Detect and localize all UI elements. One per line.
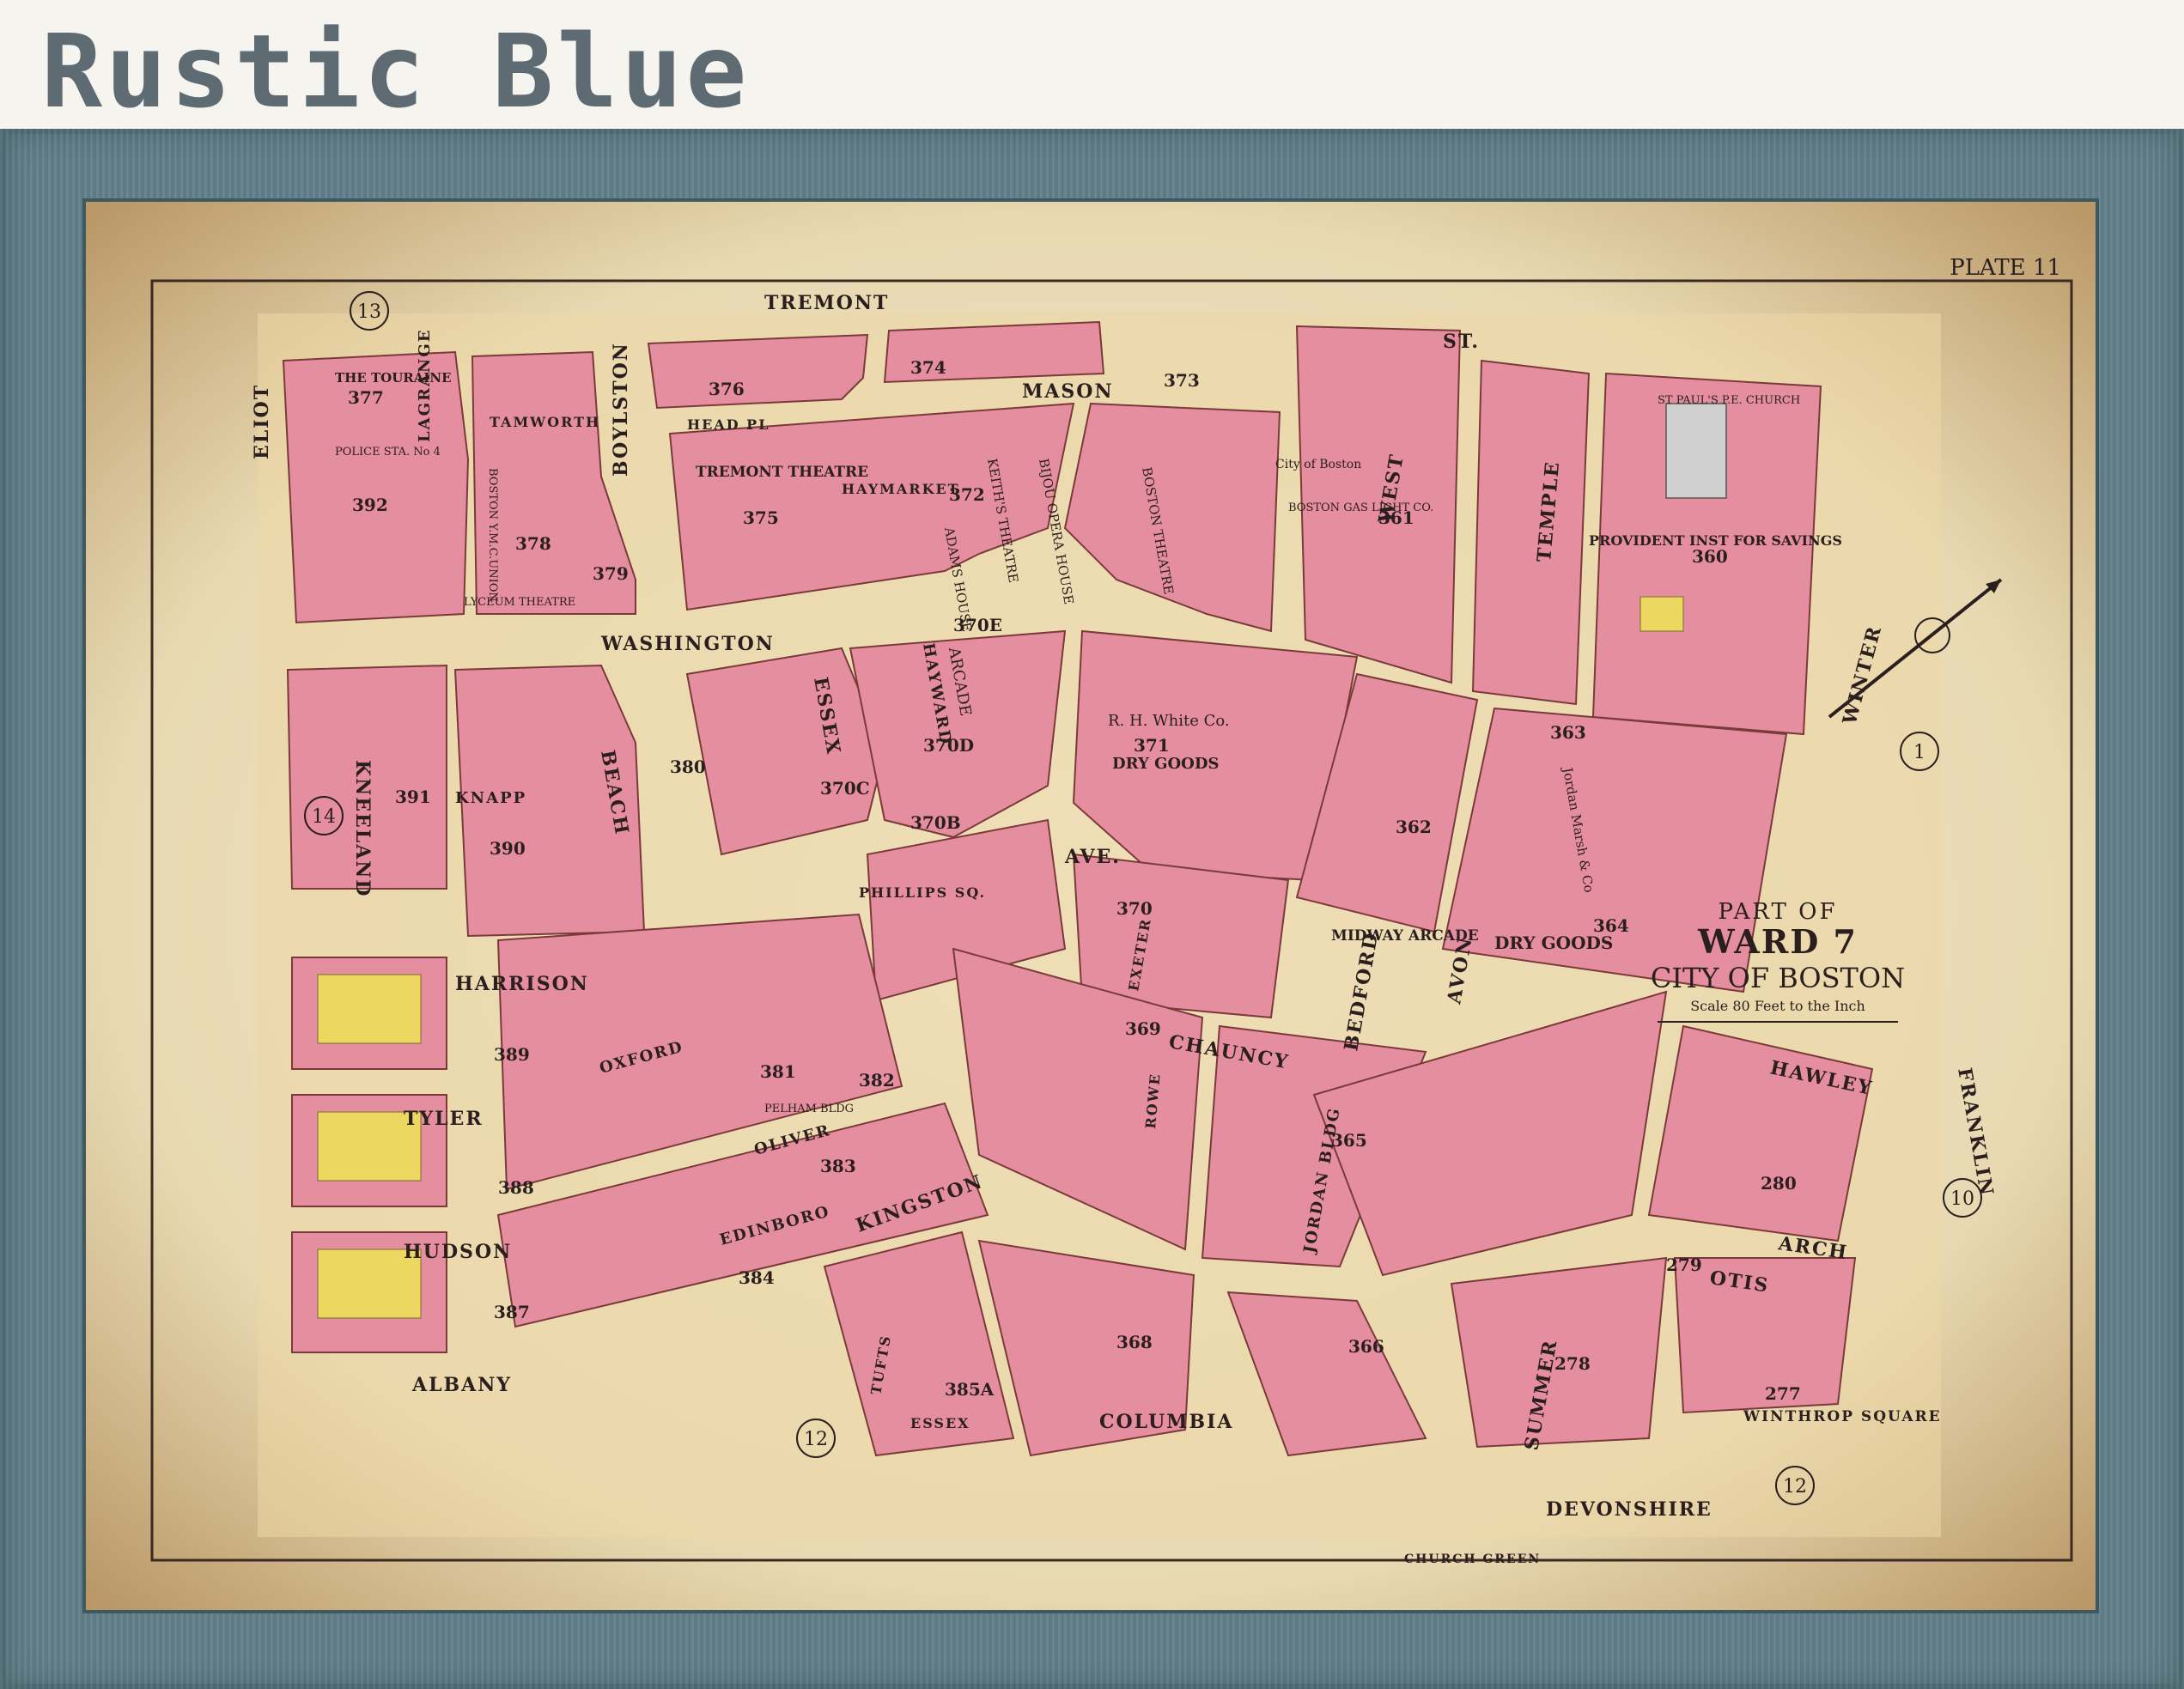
block-number: 279 [1666, 1255, 1702, 1275]
block-number: 375 [743, 507, 779, 528]
street-ave: AVE. [1064, 846, 1121, 868]
block-number: 384 [739, 1267, 775, 1288]
caption-title: Rustic Blue [41, 12, 751, 131]
block-number: 388 [498, 1177, 534, 1198]
city-blocks [282, 320, 1874, 1457]
street-tyler: TYLER [404, 1108, 484, 1130]
block-number: 365 [1331, 1130, 1367, 1151]
block-number: 376 [709, 379, 745, 399]
block-number: 369 [1125, 1018, 1161, 1039]
street-church-green: CHURCH GREEN [1404, 1552, 1541, 1566]
block-number: 390 [490, 838, 526, 859]
street-eliot: ELIOT [251, 384, 273, 459]
block-number: 361 [1378, 507, 1414, 528]
yellow-lot [1640, 596, 1684, 632]
block-number: 370E [953, 615, 1002, 635]
bldg-rh-white: R. H. White Co. [1108, 712, 1230, 730]
block-number: 374 [910, 357, 946, 378]
block-number: 381 [760, 1061, 796, 1082]
block-number: 379 [593, 563, 629, 584]
street-st-top: ST. [1443, 331, 1480, 353]
block-number: 387 [494, 1302, 530, 1322]
ward-marker-13: 13 [357, 301, 381, 323]
street-essex-pl: ESSEX [910, 1415, 970, 1431]
yellow-lot [317, 974, 422, 1044]
bldg-midway-arcade: MIDWAY ARCADE [1331, 927, 1479, 945]
bldg-city-of-boston: City of Boston [1275, 458, 1361, 471]
title-city: CITY OF BOSTON [1651, 962, 1905, 994]
block-number: 368 [1116, 1332, 1153, 1352]
street-hudson: HUDSON [404, 1241, 512, 1263]
ward-marker-14: 14 [312, 806, 336, 828]
bldg-st-pauls: ST PAUL'S P.E. CHURCH [1658, 394, 1800, 407]
block-number: 372 [949, 484, 985, 505]
bldg-police: POLICE STA. No 4 [335, 446, 441, 459]
ward-marker-1: 1 [1913, 742, 1925, 763]
ward-marker-12b: 12 [1783, 1476, 1807, 1498]
street-tamworth: TAMWORTH [490, 414, 600, 430]
block-number: 370C [820, 778, 870, 799]
block-number: 278 [1554, 1353, 1591, 1374]
block-number: 370B [910, 812, 961, 833]
block-number: 364 [1593, 915, 1629, 936]
block-number: 385A [945, 1379, 995, 1400]
street-harrison: HARRISON [455, 973, 589, 995]
block-number: 371 [1134, 735, 1170, 756]
street-phillips-sq: PHILLIPS SQ. [859, 884, 986, 901]
block-number: 391 [395, 787, 431, 807]
block-number: 370 [1116, 898, 1153, 919]
street-mason: MASON [1022, 380, 1114, 403]
map-svg: PLATE 11 13 14 1 10 12 12 PART OF WARD 7… [86, 202, 2096, 1610]
ward-map: PLATE 11 13 14 1 10 12 12 PART OF WARD 7… [86, 202, 2096, 1610]
street-kneeland: KNEELAND [351, 760, 374, 898]
block-number: 382 [859, 1070, 895, 1091]
block-number: 383 [820, 1156, 856, 1176]
street-haymarket: HAYMARKET [842, 481, 960, 497]
block-number: 277 [1765, 1383, 1801, 1404]
plate-label: PLATE 11 [1950, 255, 2061, 281]
bldg-boston-ymca: BOSTON Y.M.C.UNION [486, 468, 499, 602]
ward-marker-12a: 12 [804, 1429, 828, 1450]
title-part-of: PART OF [1719, 899, 1838, 925]
church-lot [1665, 403, 1727, 499]
block-number: 366 [1348, 1336, 1384, 1357]
block-number: 377 [348, 387, 384, 408]
bldg-touraine: THE TOURAINE [335, 370, 452, 386]
street-washington: WASHINGTON [600, 633, 775, 655]
block-number: 280 [1761, 1173, 1797, 1194]
block-tremont-1 [647, 333, 869, 410]
street-boylston: BOYLSTON [610, 342, 632, 477]
block-number: 380 [670, 756, 706, 777]
bldg-tremont-theatre: TREMONT THEATRE [696, 464, 868, 481]
bldg-pelham: PELHAM BLDG [764, 1103, 854, 1115]
street-head-pl: HEAD PL [687, 416, 770, 433]
block-number: 370D [923, 735, 974, 756]
title-ward: WARD 7 [1697, 922, 1858, 961]
bldg-dry-goods: DRY GOODS [1112, 755, 1219, 773]
street-winthrop-square: WINTHROP SQUARE [1743, 1408, 1942, 1425]
block-number: 373 [1164, 370, 1200, 391]
block-essex [685, 647, 886, 856]
street-columbia: COLUMBIA [1099, 1411, 1233, 1433]
street-devonshire: DEVONSHIRE [1546, 1498, 1713, 1521]
block-number: 378 [515, 533, 551, 554]
ward-marker-10: 10 [1950, 1188, 1974, 1210]
title-scale: Scale 80 Feet to the Inch [1690, 998, 1865, 1014]
block-temple [1471, 359, 1591, 706]
block-number: 363 [1550, 722, 1586, 743]
street-knapp: KNAPP [455, 789, 526, 807]
block-number: 389 [494, 1044, 530, 1065]
block-number: 360 [1692, 546, 1728, 567]
street-tremont: TREMONT [764, 292, 889, 314]
block-number: 362 [1396, 817, 1432, 837]
bldg-lyceum: LYCEUM THEATRE [464, 596, 575, 609]
street-albany: ALBANY [411, 1374, 512, 1396]
block-number: 392 [352, 495, 388, 515]
